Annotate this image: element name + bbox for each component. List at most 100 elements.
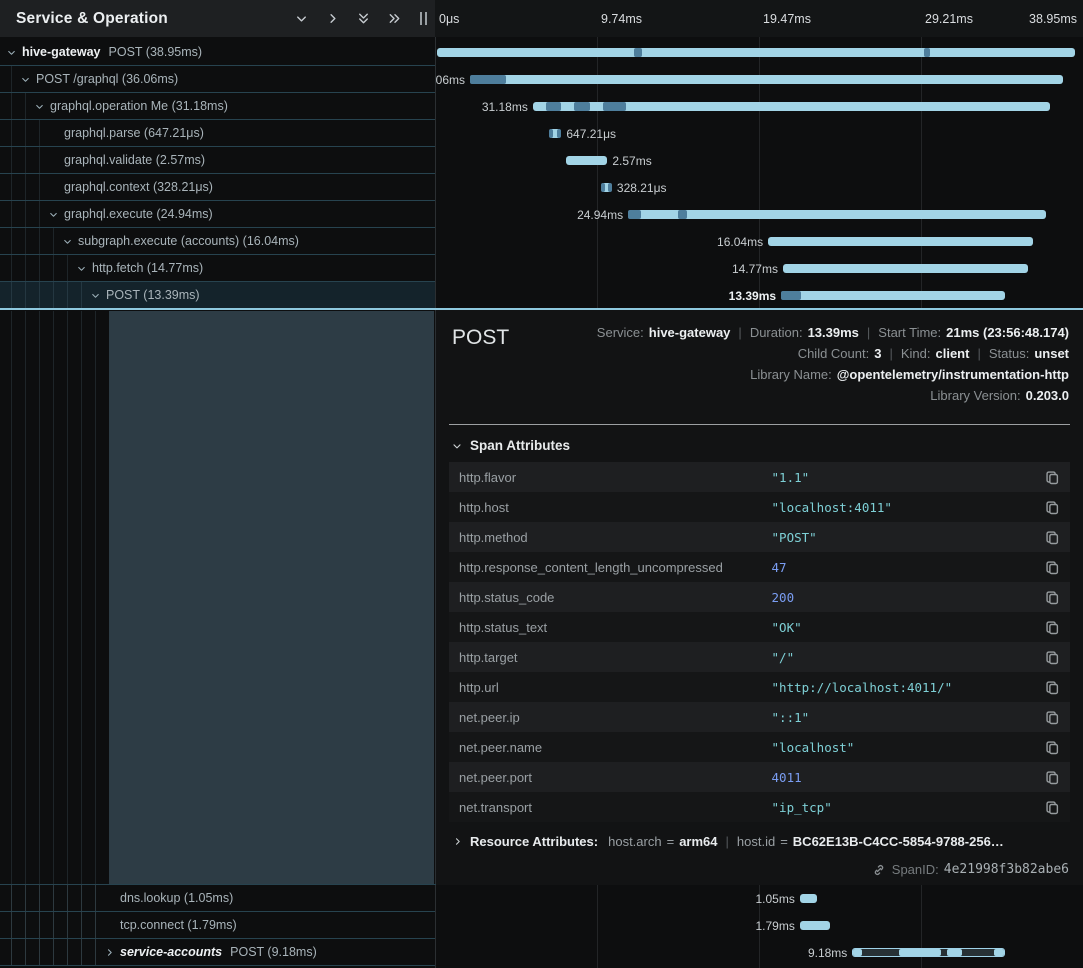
indent-guide — [95, 939, 96, 965]
copy-button[interactable] — [1036, 530, 1060, 545]
span-row-subgraph-execute[interactable]: subgraph.execute (accounts) (16.04ms) — [0, 228, 435, 255]
chevron-down-icon — [20, 74, 31, 85]
timeline-row-tcp-connect[interactable]: 1.79ms — [435, 912, 1083, 939]
copy-button[interactable] — [1036, 650, 1060, 665]
meta-value: 3 — [874, 346, 881, 361]
service-name: hive-gateway — [22, 45, 101, 59]
collapse-one-level-button[interactable] — [324, 11, 340, 27]
span-bar[interactable] — [628, 210, 1046, 219]
chevron-down-icon — [76, 263, 87, 274]
timeline-row-graphql-execute[interactable]: 24.94ms — [435, 201, 1083, 228]
indent-guide — [39, 282, 40, 308]
bar-segment — [603, 102, 626, 111]
collapse-all-button[interactable] — [386, 11, 402, 27]
span-bar[interactable] — [437, 48, 1075, 57]
span-row-hive-gateway-post[interactable]: hive-gateway POST (38.95ms) — [0, 39, 435, 66]
span-bar[interactable] — [566, 156, 607, 165]
resource-attributes-row[interactable]: Resource Attributes: host.arch=arm64|hos… — [452, 834, 1069, 849]
indent-guide — [39, 912, 40, 938]
copy-button[interactable] — [1036, 470, 1060, 485]
indent-guide — [39, 201, 40, 227]
bar-segment — [608, 183, 612, 192]
bar-segment — [853, 949, 862, 956]
expander-spacer — [101, 890, 117, 906]
expander-spacer — [45, 152, 61, 168]
span-attributes-table: http.flavor"1.1"http.host"localhost:4011… — [449, 462, 1070, 822]
span-row-graphql-execute[interactable]: graphql.execute (24.94ms) — [0, 201, 435, 228]
copy-button[interactable] — [1036, 740, 1060, 755]
timeline-tick: 19.47ms — [763, 0, 811, 37]
copy-button[interactable] — [1036, 500, 1060, 515]
operation-label: POST (38.95ms) — [109, 45, 203, 59]
timeline-row-graphql-context[interactable]: 328.21μs — [435, 174, 1083, 201]
resource-attributes-title: Resource Attributes: — [470, 834, 598, 849]
timeline-row-subgraph-execute[interactable]: 16.04ms — [435, 228, 1083, 255]
span-id-row: SpanID: 4e21998f3b82abe6 — [872, 862, 1069, 877]
copy-button[interactable] — [1036, 620, 1060, 635]
expander-toggle[interactable] — [87, 287, 103, 303]
timeline-row-dns-lookup[interactable]: 1.05ms — [435, 885, 1083, 912]
timeline-row-graphql-validate[interactable]: 2.57ms — [435, 147, 1083, 174]
span-row-post-graphql[interactable]: POST /graphql (36.06ms) — [0, 66, 435, 93]
operation-label: graphql.context (328.21μs) — [64, 180, 213, 194]
span-bar[interactable] — [768, 237, 1033, 246]
copy-button[interactable] — [1036, 770, 1060, 785]
copy-button[interactable] — [1036, 680, 1060, 695]
timeline-row-graphql-operation-me[interactable]: 31.18ms — [435, 93, 1083, 120]
timeline-row-hive-gateway-post[interactable]: 38.95ms — [435, 39, 1083, 66]
span-row-graphql-parse[interactable]: graphql.parse (647.21μs) — [0, 120, 435, 147]
copy-icon — [1045, 500, 1060, 515]
expander-toggle[interactable] — [45, 206, 61, 222]
expander-toggle[interactable] — [59, 233, 75, 249]
span-row-tcp-connect[interactable]: tcp.connect (1.79ms) — [0, 912, 435, 939]
span-bar[interactable] — [549, 129, 561, 138]
span-row-graphql-operation-me[interactable]: graphql.operation Me (31.18ms) — [0, 93, 435, 120]
span-bar[interactable] — [781, 291, 1005, 300]
expander-toggle[interactable] — [3, 44, 19, 60]
expander-toggle[interactable] — [73, 260, 89, 276]
span-bar[interactable] — [800, 921, 830, 930]
span-bar[interactable] — [533, 102, 1050, 111]
span-bar[interactable] — [470, 75, 1063, 84]
detail-meta: Service:hive-gateway|Duration:13.39ms|St… — [597, 322, 1069, 406]
expander-toggle[interactable] — [101, 944, 117, 960]
copy-icon — [1045, 560, 1060, 575]
expand-one-level-button[interactable] — [293, 11, 309, 27]
copy-button[interactable] — [1036, 710, 1060, 725]
attribute-value: "::1" — [772, 710, 1036, 725]
copy-icon — [1045, 590, 1060, 605]
span-bar[interactable] — [783, 264, 1028, 273]
span-bar[interactable] — [601, 183, 612, 192]
indent-guide — [67, 255, 68, 281]
span-row-dns-lookup[interactable]: dns.lookup (1.05ms) — [0, 885, 435, 912]
bar-duration-label: 36.06ms — [435, 73, 465, 87]
span-bar[interactable] — [852, 948, 1005, 957]
indent-guide — [39, 228, 40, 254]
span-row-http-fetch[interactable]: http.fetch (14.77ms) — [0, 255, 435, 282]
copy-button[interactable] — [1036, 560, 1060, 575]
expander-toggle[interactable] — [17, 71, 33, 87]
timeline-row-graphql-parse[interactable]: 647.21μs — [435, 120, 1083, 147]
span-row-post[interactable]: POST (13.39ms) — [0, 282, 435, 309]
meta-label: Kind: — [901, 346, 931, 361]
expand-all-button[interactable] — [355, 11, 371, 27]
meta-label: Status: — [989, 346, 1029, 361]
timeline-row-http-fetch[interactable]: 14.77ms — [435, 255, 1083, 282]
span-row-service-accounts-post[interactable]: service-accountsPOST (9.18ms) — [0, 939, 435, 966]
bar-segment — [781, 291, 801, 300]
timeline-row-post-graphql[interactable]: 36.06ms — [435, 66, 1083, 93]
span-row-graphql-context[interactable]: graphql.context (328.21μs) — [0, 174, 435, 201]
timeline-row-service-accounts-post[interactable]: 9.18ms — [435, 939, 1083, 966]
panel-resize-handle[interactable] — [420, 12, 427, 25]
span-bar[interactable] — [800, 894, 817, 903]
timeline-row-post[interactable]: 13.39ms — [435, 282, 1083, 309]
expander-toggle[interactable] — [31, 98, 47, 114]
span-row-graphql-validate[interactable]: graphql.validate (2.57ms) — [0, 147, 435, 174]
indent-guide — [25, 93, 26, 119]
link-icon — [872, 863, 886, 877]
copy-button[interactable] — [1036, 800, 1060, 815]
indent-guide — [25, 885, 26, 911]
link-icon[interactable] — [872, 863, 886, 877]
span-attributes-header[interactable]: Span Attributes — [451, 438, 570, 453]
copy-button[interactable] — [1036, 590, 1060, 605]
